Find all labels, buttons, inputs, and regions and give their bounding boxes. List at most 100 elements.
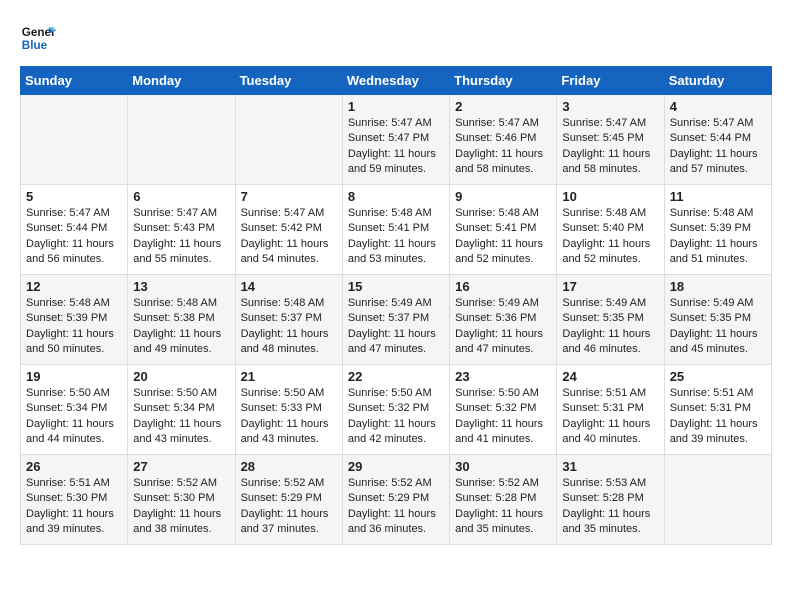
day-info: Sunrise: 5:50 AM Sunset: 5:32 PM Dayligh… bbox=[455, 386, 551, 448]
day-number: 23 bbox=[455, 369, 551, 384]
day-number: 31 bbox=[562, 459, 658, 474]
header-cell-friday: Friday bbox=[557, 67, 664, 95]
logo-icon: General Blue bbox=[20, 20, 56, 56]
calendar-cell: 26 Sunrise: 5:51 AM Sunset: 5:30 PM Dayli… bbox=[21, 455, 128, 545]
calendar-cell: 16 Sunrise: 5:49 AM Sunset: 5:36 PM Dayli… bbox=[450, 275, 557, 365]
day-info: Sunrise: 5:47 AM Sunset: 5:43 PM Dayligh… bbox=[133, 206, 229, 268]
logo: General Blue bbox=[20, 20, 56, 56]
calendar-cell: 1 Sunrise: 5:47 AM Sunset: 5:47 PM Daylig… bbox=[342, 95, 449, 185]
calendar-cell: 25 Sunrise: 5:51 AM Sunset: 5:31 PM Dayli… bbox=[664, 365, 771, 455]
day-info: Sunrise: 5:49 AM Sunset: 5:36 PM Dayligh… bbox=[455, 296, 551, 358]
day-number: 5 bbox=[26, 189, 122, 204]
day-info: Sunrise: 5:50 AM Sunset: 5:34 PM Dayligh… bbox=[133, 386, 229, 448]
calendar-cell bbox=[21, 95, 128, 185]
calendar-cell: 12 Sunrise: 5:48 AM Sunset: 5:39 PM Dayli… bbox=[21, 275, 128, 365]
day-number: 9 bbox=[455, 189, 551, 204]
day-number: 21 bbox=[241, 369, 337, 384]
calendar-cell: 4Sunrise: 5:47 AM Sunset: 5:44 PM Daylig… bbox=[664, 95, 771, 185]
day-info: Sunrise: 5:51 AM Sunset: 5:31 PM Dayligh… bbox=[562, 386, 658, 448]
day-info: Sunrise: 5:52 AM Sunset: 5:28 PM Dayligh… bbox=[455, 476, 551, 538]
day-info: Sunrise: 5:53 AM Sunset: 5:28 PM Dayligh… bbox=[562, 476, 658, 538]
calendar-cell: 11 Sunrise: 5:48 AM Sunset: 5:39 PM Dayli… bbox=[664, 185, 771, 275]
day-number: 15 bbox=[348, 279, 444, 294]
day-info: Sunrise: 5:52 AM Sunset: 5:29 PM Dayligh… bbox=[241, 476, 337, 538]
day-number: 16 bbox=[455, 279, 551, 294]
day-number: 25 bbox=[670, 369, 766, 384]
day-info: Sunrise: 5:47 AM Sunset: 5:44 PM Dayligh… bbox=[26, 206, 122, 268]
calendar-cell: 21Sunrise: 5:50 AM Sunset: 5:33 PM Dayli… bbox=[235, 365, 342, 455]
calendar-cell: 8Sunrise: 5:48 AM Sunset: 5:41 PM Daylig… bbox=[342, 185, 449, 275]
day-info: Sunrise: 5:51 AM Sunset: 5:30 PM Dayligh… bbox=[26, 476, 122, 538]
day-info: Sunrise: 5:51 AM Sunset: 5:31 PM Dayligh… bbox=[670, 386, 766, 448]
calendar-cell: 2 Sunrise: 5:47 AM Sunset: 5:46 PM Daylig… bbox=[450, 95, 557, 185]
calendar-cell: 29Sunrise: 5:52 AM Sunset: 5:29 PM Dayli… bbox=[342, 455, 449, 545]
day-number: 18 bbox=[670, 279, 766, 294]
day-info: Sunrise: 5:47 AM Sunset: 5:46 PM Dayligh… bbox=[455, 116, 551, 178]
calendar-cell: 14 Sunrise: 5:48 AM Sunset: 5:37 PM Dayli… bbox=[235, 275, 342, 365]
day-number: 28 bbox=[241, 459, 337, 474]
day-number: 13 bbox=[133, 279, 229, 294]
day-info: Sunrise: 5:48 AM Sunset: 5:41 PM Dayligh… bbox=[348, 206, 444, 268]
day-info: Sunrise: 5:48 AM Sunset: 5:40 PM Dayligh… bbox=[562, 206, 658, 268]
calendar-cell: 19 Sunrise: 5:50 AM Sunset: 5:34 PM Dayli… bbox=[21, 365, 128, 455]
page-header: General Blue bbox=[20, 20, 772, 56]
week-row-2: 5 Sunrise: 5:47 AM Sunset: 5:44 PM Daylig… bbox=[21, 185, 772, 275]
day-number: 1 bbox=[348, 99, 444, 114]
svg-text:Blue: Blue bbox=[22, 39, 48, 52]
day-number: 7 bbox=[241, 189, 337, 204]
week-row-3: 12 Sunrise: 5:48 AM Sunset: 5:39 PM Dayli… bbox=[21, 275, 772, 365]
calendar-cell: 30 Sunrise: 5:52 AM Sunset: 5:28 PM Dayli… bbox=[450, 455, 557, 545]
calendar-cell: 7 Sunrise: 5:47 AM Sunset: 5:42 PM Daylig… bbox=[235, 185, 342, 275]
week-row-1: 1 Sunrise: 5:47 AM Sunset: 5:47 PM Daylig… bbox=[21, 95, 772, 185]
day-number: 20 bbox=[133, 369, 229, 384]
calendar-cell: 6 Sunrise: 5:47 AM Sunset: 5:43 PM Daylig… bbox=[128, 185, 235, 275]
day-number: 26 bbox=[26, 459, 122, 474]
calendar-cell bbox=[664, 455, 771, 545]
day-info: Sunrise: 5:47 AM Sunset: 5:45 PM Dayligh… bbox=[562, 116, 658, 178]
calendar-cell: 13 Sunrise: 5:48 AM Sunset: 5:38 PM Dayli… bbox=[128, 275, 235, 365]
day-info: Sunrise: 5:47 AM Sunset: 5:47 PM Dayligh… bbox=[348, 116, 444, 178]
calendar-cell: 9 Sunrise: 5:48 AM Sunset: 5:41 PM Daylig… bbox=[450, 185, 557, 275]
day-info: Sunrise: 5:48 AM Sunset: 5:37 PM Dayligh… bbox=[241, 296, 337, 358]
day-number: 11 bbox=[670, 189, 766, 204]
week-row-5: 26 Sunrise: 5:51 AM Sunset: 5:30 PM Dayli… bbox=[21, 455, 772, 545]
week-row-4: 19 Sunrise: 5:50 AM Sunset: 5:34 PM Dayli… bbox=[21, 365, 772, 455]
calendar-table: SundayMondayTuesdayWednesdayThursdayFrid… bbox=[20, 66, 772, 545]
day-info: Sunrise: 5:48 AM Sunset: 5:39 PM Dayligh… bbox=[670, 206, 766, 268]
header-cell-sunday: Sunday bbox=[21, 67, 128, 95]
calendar-cell: 3 Sunrise: 5:47 AM Sunset: 5:45 PM Daylig… bbox=[557, 95, 664, 185]
calendar-cell: 5 Sunrise: 5:47 AM Sunset: 5:44 PM Daylig… bbox=[21, 185, 128, 275]
day-info: Sunrise: 5:47 AM Sunset: 5:44 PM Dayligh… bbox=[670, 116, 766, 178]
calendar-cell: 28 Sunrise: 5:52 AM Sunset: 5:29 PM Dayli… bbox=[235, 455, 342, 545]
calendar-cell: 15Sunrise: 5:49 AM Sunset: 5:37 PM Dayli… bbox=[342, 275, 449, 365]
day-number: 19 bbox=[26, 369, 122, 384]
day-info: Sunrise: 5:48 AM Sunset: 5:41 PM Dayligh… bbox=[455, 206, 551, 268]
day-number: 10 bbox=[562, 189, 658, 204]
day-number: 12 bbox=[26, 279, 122, 294]
day-number: 3 bbox=[562, 99, 658, 114]
day-info: Sunrise: 5:50 AM Sunset: 5:34 PM Dayligh… bbox=[26, 386, 122, 448]
header-cell-thursday: Thursday bbox=[450, 67, 557, 95]
calendar-cell bbox=[235, 95, 342, 185]
calendar-cell: 22Sunrise: 5:50 AM Sunset: 5:32 PM Dayli… bbox=[342, 365, 449, 455]
calendar-cell: 23 Sunrise: 5:50 AM Sunset: 5:32 PM Dayli… bbox=[450, 365, 557, 455]
header-cell-monday: Monday bbox=[128, 67, 235, 95]
day-info: Sunrise: 5:47 AM Sunset: 5:42 PM Dayligh… bbox=[241, 206, 337, 268]
day-number: 6 bbox=[133, 189, 229, 204]
calendar-cell: 24Sunrise: 5:51 AM Sunset: 5:31 PM Dayli… bbox=[557, 365, 664, 455]
header-cell-tuesday: Tuesday bbox=[235, 67, 342, 95]
calendar-cell: 27Sunrise: 5:52 AM Sunset: 5:30 PM Dayli… bbox=[128, 455, 235, 545]
calendar-cell: 17Sunrise: 5:49 AM Sunset: 5:35 PM Dayli… bbox=[557, 275, 664, 365]
calendar-cell: 18 Sunrise: 5:49 AM Sunset: 5:35 PM Dayli… bbox=[664, 275, 771, 365]
day-info: Sunrise: 5:48 AM Sunset: 5:38 PM Dayligh… bbox=[133, 296, 229, 358]
calendar-cell bbox=[128, 95, 235, 185]
header-row: SundayMondayTuesdayWednesdayThursdayFrid… bbox=[21, 67, 772, 95]
day-number: 2 bbox=[455, 99, 551, 114]
day-number: 30 bbox=[455, 459, 551, 474]
day-info: Sunrise: 5:48 AM Sunset: 5:39 PM Dayligh… bbox=[26, 296, 122, 358]
day-number: 14 bbox=[241, 279, 337, 294]
day-number: 17 bbox=[562, 279, 658, 294]
day-info: Sunrise: 5:49 AM Sunset: 5:35 PM Dayligh… bbox=[670, 296, 766, 358]
calendar-cell: 20 Sunrise: 5:50 AM Sunset: 5:34 PM Dayli… bbox=[128, 365, 235, 455]
header-cell-saturday: Saturday bbox=[664, 67, 771, 95]
